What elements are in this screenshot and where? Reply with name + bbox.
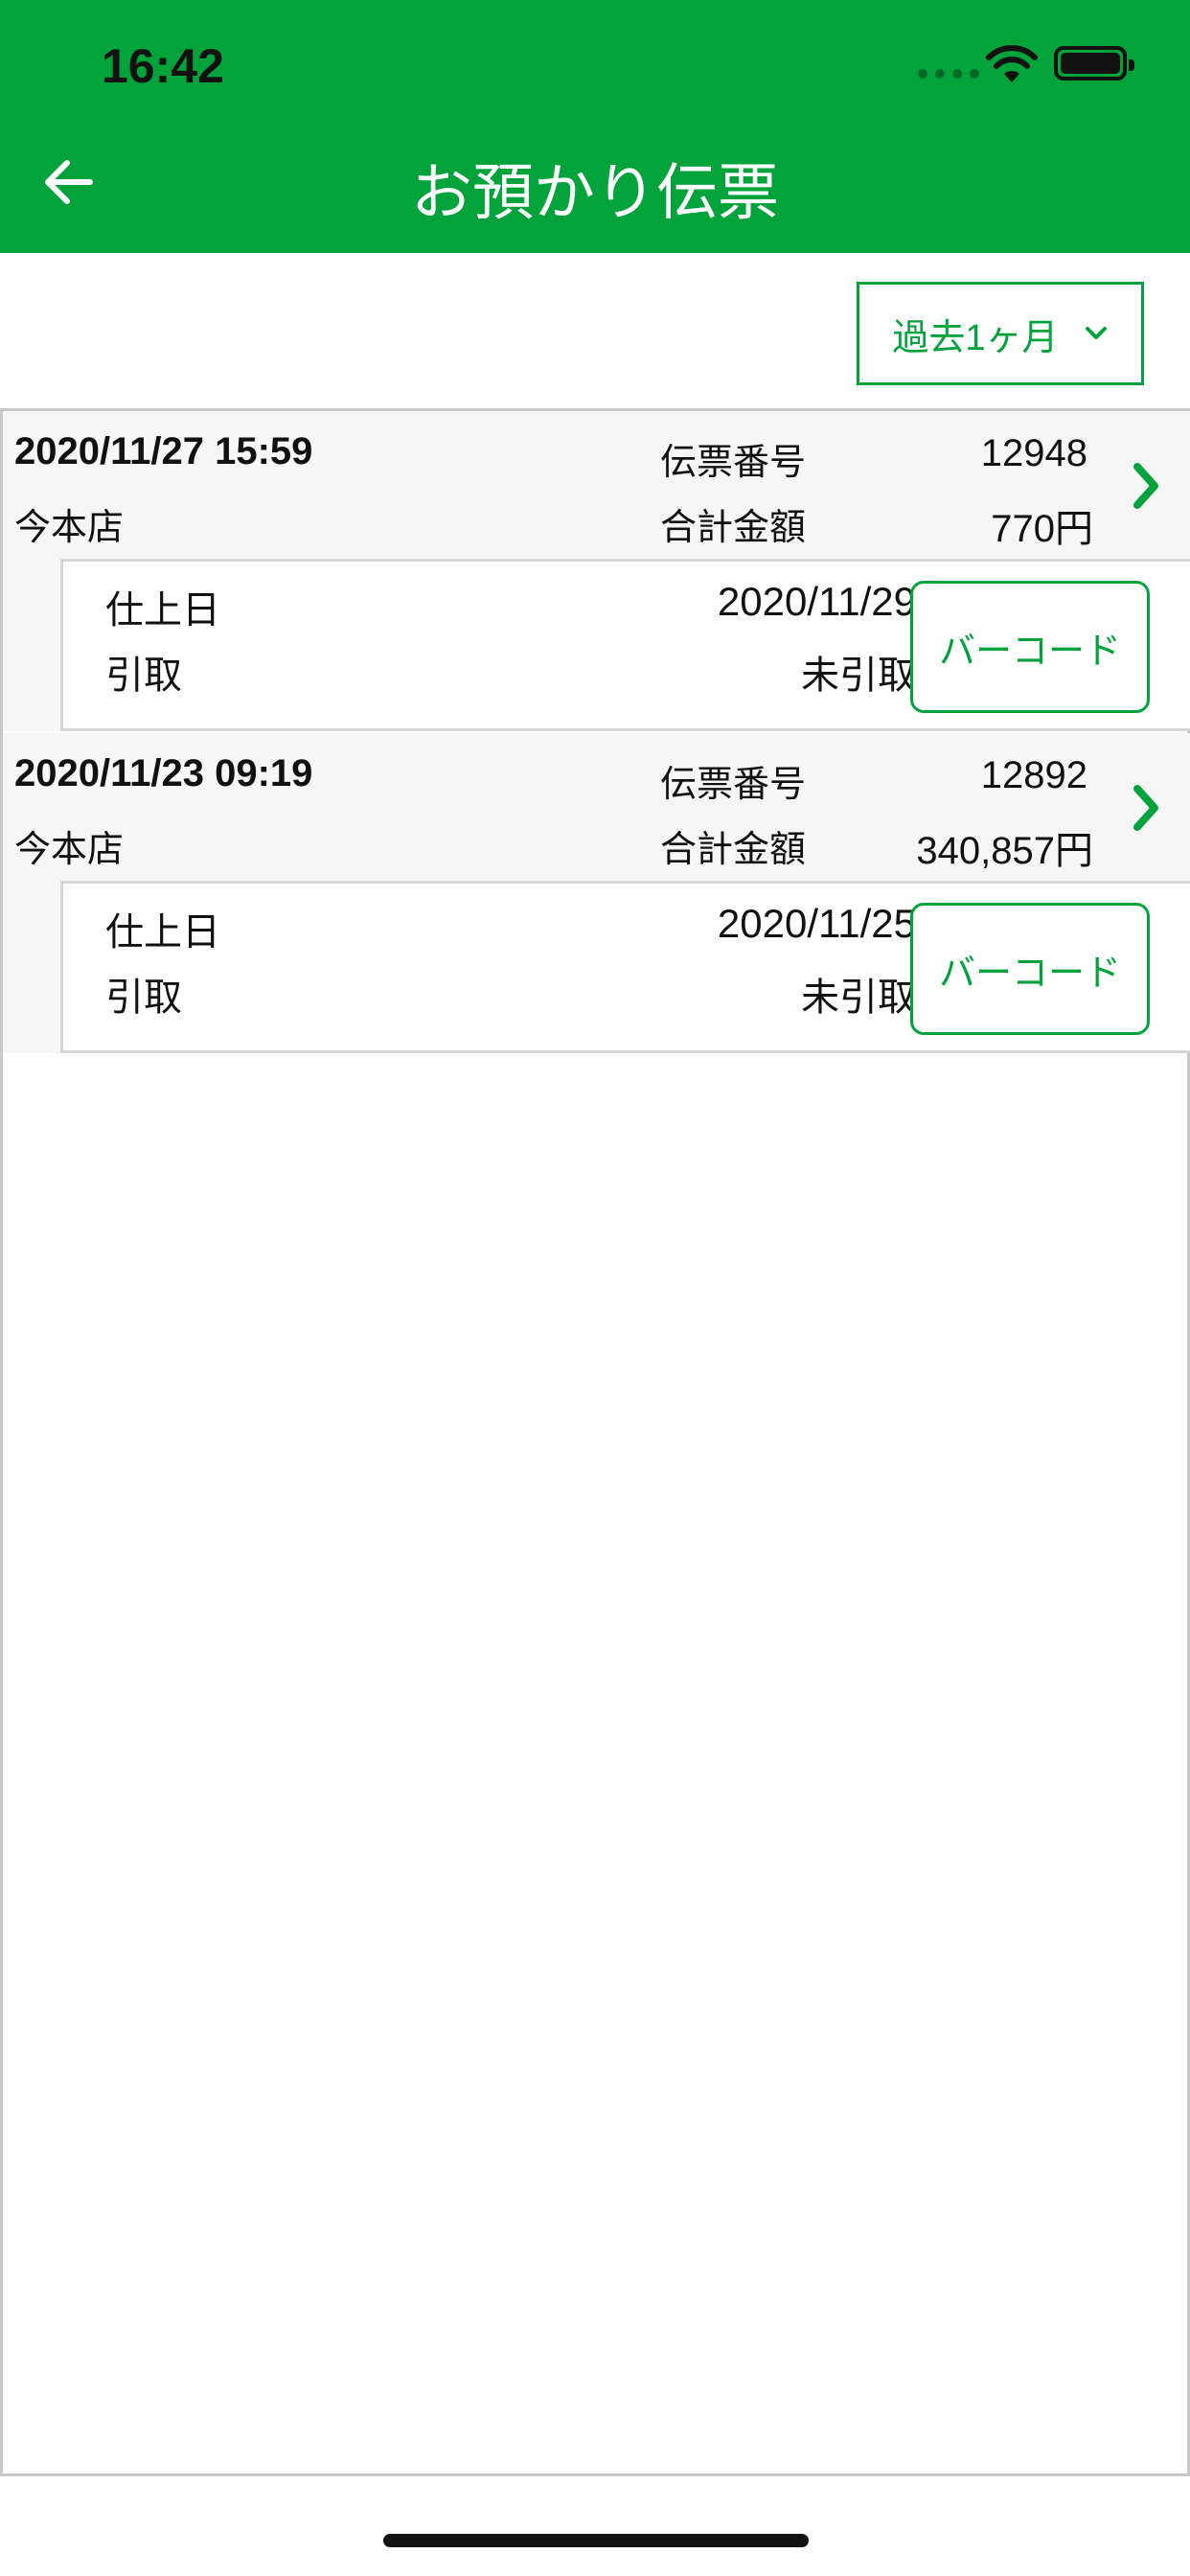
finish-date-label: 仕上日 [105,911,220,954]
cellular-signal-icon [918,69,979,79]
pickup-status: 未引取 [801,977,916,1019]
period-filter-dropdown[interactable]: 過去1ヶ月 [857,282,1144,385]
finish-date-value: 2020/11/29 [717,579,916,624]
finish-date-label: 仕上日 [105,589,220,632]
slip-detail-card: 仕上日 2020/11/29 引取 未引取 バーコード [60,559,1190,731]
slip-summary-row[interactable]: 2020/11/23 09:19 今本店 伝票番号 12892 合計金額 340… [3,733,1190,881]
wifi-icon [986,45,1038,82]
total-amount-value: 340,857円 [916,830,1093,872]
slip-number-label: 伝票番号 [660,765,807,805]
slip-number-label: 伝票番号 [660,443,807,483]
slip-list: 2020/11/27 15:59 今本店 伝票番号 12948 合計金額 770… [0,408,1190,2476]
slip-summary-row[interactable]: 2020/11/27 15:59 今本店 伝票番号 12948 合計金額 770… [3,411,1190,559]
battery-icon [1054,46,1134,80]
period-filter-label: 過去1ヶ月 [892,317,1059,358]
slip-detail-card: 仕上日 2020/11/25 引取 未引取 バーコード [60,881,1190,1053]
finish-date-value: 2020/11/25 [717,901,916,946]
pickup-status: 未引取 [801,655,916,697]
slip-item: 2020/11/27 15:59 今本店 伝票番号 12948 合計金額 770… [3,411,1190,731]
slip-number-value: 12948 [980,432,1087,474]
page-title: お預かり伝票 [411,158,779,227]
slip-store: 今本店 [14,508,125,548]
slip-datetime: 2020/11/23 09:19 [14,752,313,794]
slip-store: 今本店 [14,830,125,870]
total-amount-label: 合計金額 [660,508,807,548]
slip-number-value: 12892 [980,754,1087,796]
status-time: 16:42 [102,39,224,93]
barcode-button[interactable]: バーコード [910,903,1150,1035]
chevron-right-icon[interactable] [1130,783,1162,833]
slip-item: 2020/11/23 09:19 今本店 伝票番号 12892 合計金額 340… [3,733,1190,1053]
barcode-button[interactable]: バーコード [910,581,1150,713]
chevron-right-icon[interactable] [1130,461,1162,511]
pickup-label: 引取 [105,655,182,697]
chevron-down-icon [1085,327,1107,339]
pickup-label: 引取 [105,977,182,1019]
home-indicator[interactable] [383,2534,809,2547]
total-amount-value: 770円 [991,508,1093,550]
app-header: 16:42 お預かり伝票 [0,0,1190,253]
total-amount-label: 合計金額 [660,830,807,870]
slip-datetime: 2020/11/27 15:59 [14,430,313,472]
